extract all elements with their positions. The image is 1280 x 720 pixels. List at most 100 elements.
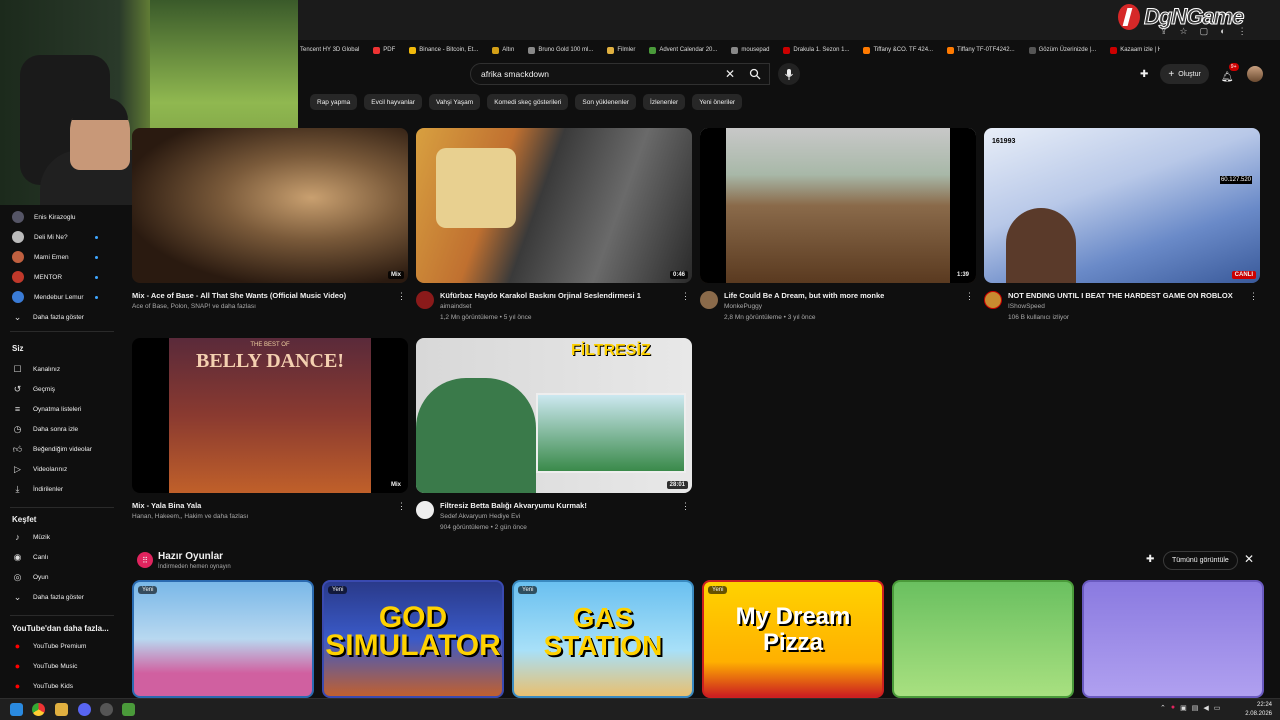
sidebar-item[interactable]: ↺ Geçmiş — [12, 382, 112, 396]
folder-icon[interactable] — [55, 703, 68, 716]
video-title[interactable]: Küfürbaz Haydo Karakol Baskını Orjinal S… — [440, 291, 700, 300]
video-title[interactable]: NOT ENDING UNTIL I BEAT THE HARDEST GAME… — [1008, 291, 1268, 300]
sidebar-item[interactable]: ⌄ Daha fazla göster — [12, 590, 112, 604]
video-thumbnail[interactable]: THE BEST OF BELLY DANCE! Mix — [132, 338, 408, 493]
bookmark-item[interactable]: Tiffany TF-0TF4242... — [947, 46, 1015, 54]
clear-search-icon[interactable]: ✕ — [725, 67, 735, 81]
app-icon[interactable] — [122, 703, 135, 716]
app-tray-icon[interactable]: ▣ — [1180, 704, 1187, 712]
channel-avatar[interactable] — [416, 291, 434, 309]
more-options-icon[interactable]: ⋮ — [397, 291, 406, 302]
more-options-icon[interactable]: ⋮ — [681, 501, 690, 512]
sidebar-item[interactable]: ≡ Oynatma listeleri — [12, 402, 112, 416]
volume-icon[interactable]: ◀ — [1203, 704, 1208, 712]
chrome-icon[interactable] — [32, 703, 45, 716]
bookmark-item[interactable]: PDF — [373, 46, 395, 54]
bookmark-item[interactable]: Drakula 1. Sezon 1... — [783, 46, 849, 54]
game-card[interactable]: Yeni GOD SIMULATOR — [322, 580, 504, 698]
share-icon[interactable]: ⇪ — [1160, 26, 1168, 37]
subscription-item[interactable]: MENTOR — [12, 270, 112, 284]
video-channel[interactable]: Hanan, Hakeem,, Hakim ve daha fazlası — [132, 513, 248, 520]
video-thumbnail[interactable]: 1:39 — [700, 128, 976, 283]
video-thumbnail[interactable]: Mix — [132, 128, 408, 283]
chip-4[interactable]: Son yüklenenler — [575, 94, 637, 110]
clock[interactable]: 22:24 2.08.2026 — [1240, 701, 1272, 719]
video-channel[interactable]: MonkePuggy — [724, 303, 762, 310]
subscription-item[interactable]: Deli Mi Ne? — [12, 230, 112, 244]
channel-avatar[interactable] — [984, 291, 1002, 309]
gamepad-icon[interactable]: ✚ — [1146, 554, 1154, 565]
bookmark-item[interactable]: Binance - Bitcoin, Et... — [409, 46, 478, 54]
star-icon[interactable]: ☆ — [1180, 26, 1188, 37]
channel-avatar[interactable] — [416, 501, 434, 519]
chip-6[interactable]: Yeni öneriler — [692, 94, 743, 110]
more-options-icon[interactable]: ⋮ — [397, 501, 406, 512]
subscription-item[interactable]: Enis Kirazoglu — [12, 210, 112, 224]
video-title[interactable]: Life Could Be A Dream, but with more mon… — [724, 291, 984, 300]
subscription-item[interactable]: Mami Emen — [12, 250, 112, 264]
profile-icon[interactable]: ◐ — [1220, 26, 1225, 37]
chip-2[interactable]: Vahşi Yaşam — [428, 94, 481, 110]
sidebar-item[interactable]: ♪ Müzik — [12, 530, 112, 544]
create-button[interactable]: + Oluştur — [1160, 64, 1209, 84]
close-icon[interactable]: ✕ — [1244, 552, 1254, 566]
more-options-icon[interactable]: ⋮ — [681, 291, 690, 302]
bookmark-item[interactable]: Tiffany &CO. TF 424... — [863, 46, 933, 54]
app-icon[interactable] — [100, 703, 113, 716]
sidebar-item[interactable]: ● YouTube Music — [12, 659, 112, 673]
sidebar-item[interactable]: ● YouTube Kids — [12, 679, 112, 693]
battery-icon[interactable]: ▭ — [1214, 704, 1221, 712]
subscription-item[interactable]: Mendebur Lemur — [12, 290, 112, 304]
sidebar-item[interactable]: ● YouTube Premium — [12, 639, 112, 653]
video-channel[interactable]: aimaindset — [440, 303, 471, 310]
chip-3[interactable]: Komedi skeç gösterileri — [487, 94, 569, 110]
bookmark-item[interactable]: mousepad — [731, 46, 769, 54]
video-channel[interactable]: Ace of Base, Polon, SNAP! ve daha fazlas… — [132, 303, 256, 310]
chevron-up-icon[interactable]: ⌃ — [1160, 704, 1166, 712]
sidebar-item[interactable]: 👍︎ Beğendiğim videolar — [12, 442, 112, 456]
add-video-icon[interactable]: ✚ — [1140, 69, 1148, 80]
sidebar-item[interactable]: ◎ Oyun — [12, 570, 112, 584]
sidebar-item[interactable]: ⤓ İndirilenler — [12, 482, 112, 496]
sidebar-item[interactable]: ☐ Kanalınız — [12, 362, 112, 376]
game-card[interactable]: Yeni GAS STATION — [512, 580, 694, 698]
video-title[interactable]: Filtresiz Betta Balığı Akvaryumu Kurmak! — [440, 501, 700, 510]
channel-avatar[interactable] — [700, 291, 718, 309]
bookmark-item[interactable]: Advent Calendar 20... — [649, 46, 717, 54]
sidebar-item[interactable]: ◷ Daha sonra izle — [12, 422, 112, 436]
network-icon[interactable]: ▤ — [1192, 704, 1199, 712]
menu-icon[interactable]: ⋮ — [1238, 26, 1247, 37]
bookmark-item[interactable]: Gözüm Üzerinizde |... — [1028, 46, 1096, 54]
see-all-button[interactable]: Tümünü görüntüle — [1163, 551, 1238, 570]
game-card[interactable]: Yeni My Dream Pizza — [702, 580, 884, 698]
bookmark-item[interactable]: Altın — [492, 46, 514, 54]
video-thumbnail[interactable]: 161993 60.127.520 CANLI — [984, 128, 1260, 283]
bookmark-item[interactable]: Tencent HY 3D Global — [290, 46, 359, 54]
game-card[interactable] — [892, 580, 1074, 698]
chip-5[interactable]: İzlenenler — [643, 94, 686, 110]
sidebar-item[interactable]: ⌄ Daha fazla göster — [12, 310, 112, 324]
bookmark-item[interactable]: Filmler — [607, 46, 635, 54]
video-thumbnail[interactable]: FİLTRESİZ 28:01 — [416, 338, 692, 493]
voice-search-button[interactable] — [778, 63, 800, 85]
video-channel[interactable]: IShowSpeed — [1008, 303, 1045, 310]
video-title[interactable]: Mix - Yala Bina Yala — [132, 501, 392, 510]
sidebar-item[interactable]: ◉ Canlı — [12, 550, 112, 564]
windows-start-icon[interactable] — [10, 703, 23, 716]
game-card[interactable]: Yeni — [132, 580, 314, 698]
more-options-icon[interactable]: ⋮ — [965, 291, 974, 302]
video-thumbnail[interactable]: 0:46 — [416, 128, 692, 283]
video-title[interactable]: Mix - Ace of Base - All That She Wants (… — [132, 291, 392, 300]
chip-1[interactable]: Evcil hayvanlar — [364, 94, 422, 110]
app-tray-icon[interactable]: ● — [1171, 704, 1175, 712]
bookmark-item[interactable]: Kazaam izle | Hdfilm... — [1110, 46, 1160, 54]
extensions-icon[interactable]: ▢ — [1200, 26, 1209, 37]
sidebar-item[interactable]: ▷ Videolarınız — [12, 462, 112, 476]
notifications-button[interactable]: 🔔︎ 9+ — [1221, 63, 1239, 83]
avatar[interactable] — [1246, 66, 1263, 82]
chip-0[interactable]: Rap yapma — [310, 94, 358, 110]
more-options-icon[interactable]: ⋮ — [1249, 291, 1258, 302]
section-heading-you[interactable]: Siz — [12, 344, 24, 353]
video-channel[interactable]: Sedef Akvaryum Hediye Evi — [440, 513, 520, 520]
search-button[interactable] — [740, 63, 770, 85]
